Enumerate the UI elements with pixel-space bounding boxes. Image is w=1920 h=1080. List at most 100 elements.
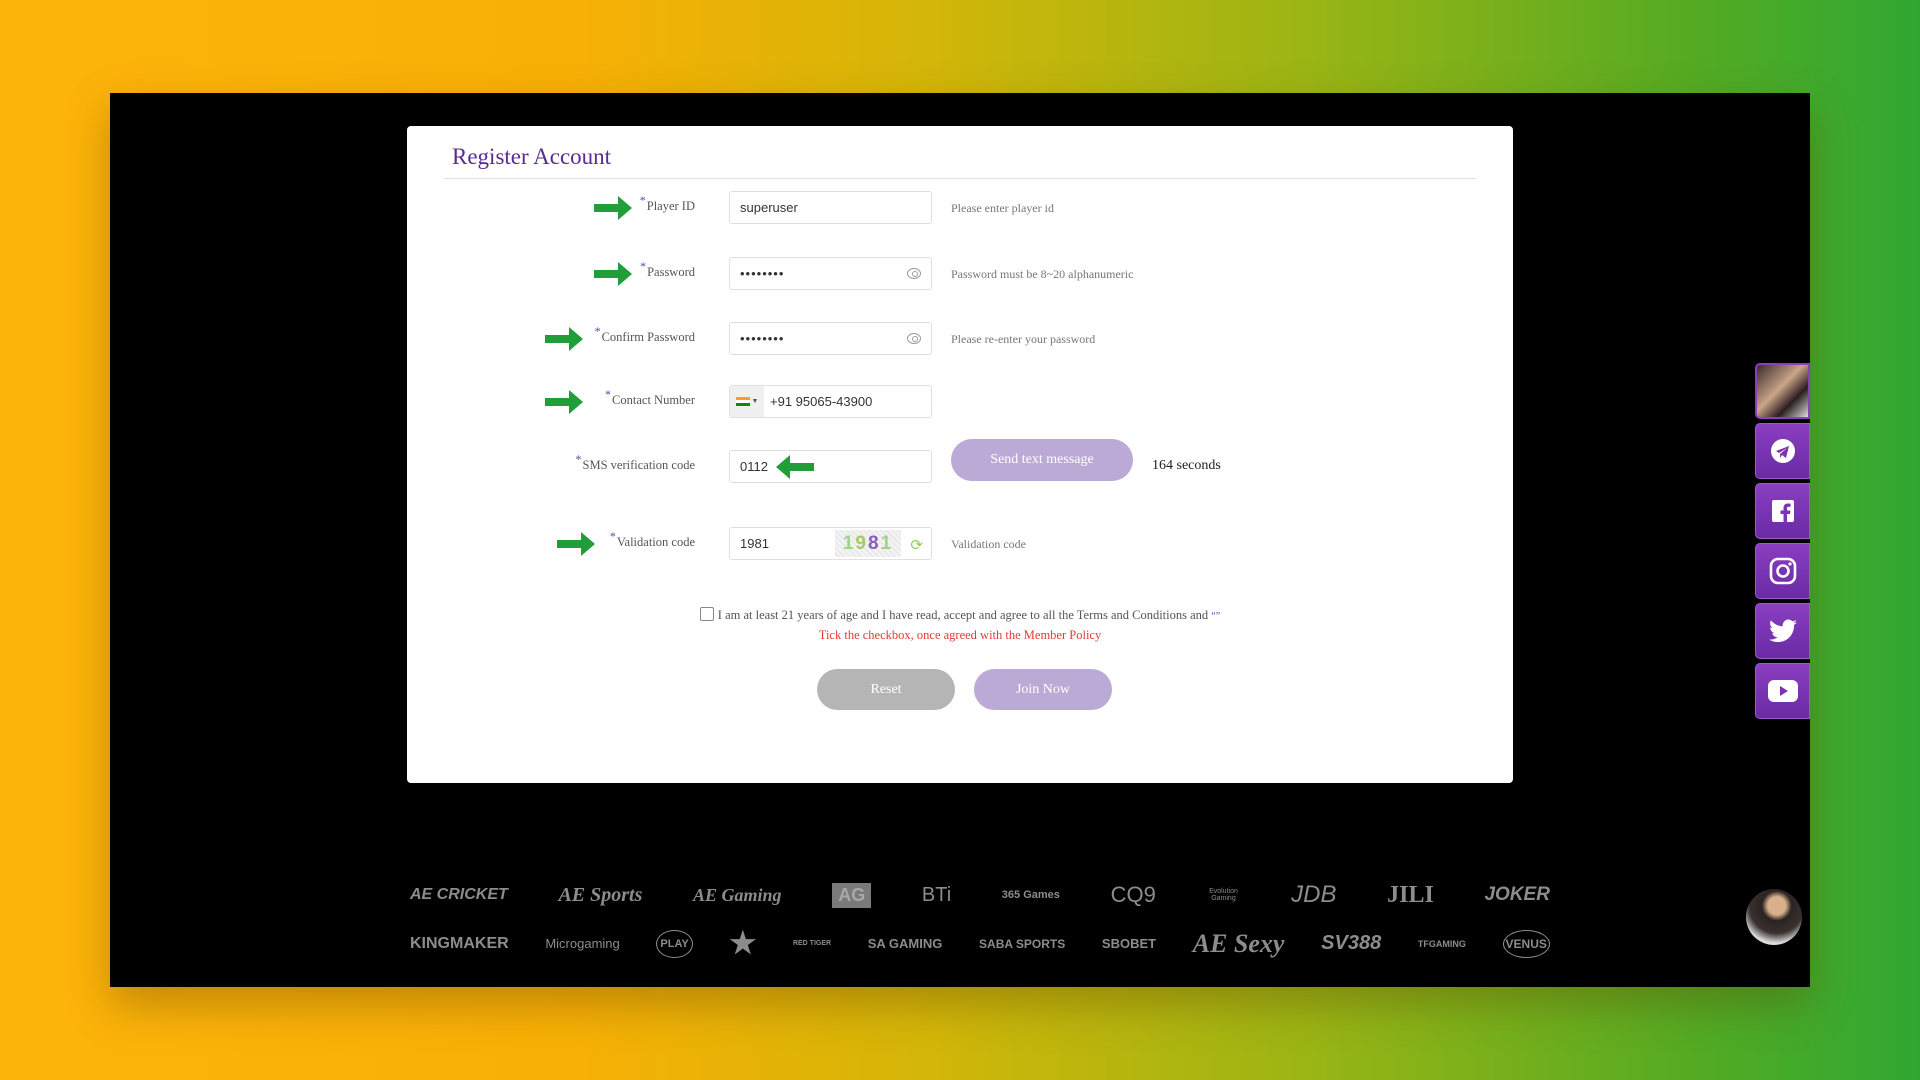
contact-number-label: *Contact Number	[605, 387, 695, 408]
provider-logo: JILI	[1387, 881, 1434, 908]
validation-code-row: *Validation code : 1981 1981 ⟳ Validatio…	[407, 527, 1513, 561]
contact-number-input[interactable]: ▼ +91 95065-43900	[729, 385, 932, 418]
twitter-button[interactable]	[1755, 603, 1810, 659]
youtube-button[interactable]	[1755, 663, 1810, 719]
required-mark: *	[594, 324, 601, 338]
input-value: 0112	[740, 459, 768, 474]
page-frame: Register Account *Player ID : superuser …	[110, 93, 1810, 987]
player-id-hint: Please enter player id	[951, 201, 1054, 215]
youtube-icon	[1767, 680, 1798, 702]
provider-logo: TFGAMING	[1417, 938, 1466, 949]
input-value: ••••••••	[740, 331, 785, 346]
provider-logo: VENUS	[1502, 929, 1550, 958]
provider-logo: AE Sexy	[1192, 928, 1285, 958]
india-flag-icon	[735, 396, 750, 407]
player-id-label: *Player ID	[640, 193, 695, 214]
agree-checkbox[interactable]	[699, 607, 714, 621]
page-title: Register Account	[452, 144, 612, 169]
terms-link[interactable]: “”	[1211, 611, 1220, 622]
green-arrow-left-icon	[775, 454, 814, 479]
input-value: superuser	[740, 200, 798, 215]
validation-code-input[interactable]: 1981 1981 ⟳	[729, 527, 932, 560]
confirm-password-hint: Please re-enter your password	[951, 332, 1096, 346]
provider-logo: SBOBET	[1101, 936, 1157, 951]
countdown-text: 164 seconds	[1152, 458, 1221, 473]
captcha-char: 9	[855, 532, 868, 554]
label-text: Validation code	[616, 535, 695, 549]
provider-logo: 365 Games	[1001, 888, 1060, 901]
provider-logo: AG	[832, 882, 872, 908]
agreement-text: I am at least 21 years of age and I have…	[717, 608, 1209, 622]
green-arrow-icon	[545, 390, 583, 414]
register-card: Register Account *Player ID : superuser …	[407, 126, 1513, 783]
country-selector[interactable]: ▼	[730, 386, 764, 417]
required-mark: *	[605, 387, 612, 401]
input-value: +91 95065-43900	[770, 394, 873, 409]
provider-logo: RED TIGER	[792, 940, 832, 947]
validation-code-hint: Validation code	[951, 537, 1026, 551]
eye-icon[interactable]	[907, 268, 921, 279]
provider-logo: BTi	[921, 883, 952, 906]
provider-logo: AE Gaming	[693, 884, 782, 905]
player-id-row: *Player ID : superuser Please enter play…	[407, 191, 1513, 225]
reset-button[interactable]: Reset	[817, 669, 955, 710]
confirm-password-row: *Confirm Password : •••••••• Please re-e…	[407, 322, 1513, 356]
facebook-icon	[1771, 500, 1794, 523]
captcha-char: 1	[880, 532, 894, 554]
confirm-password-input[interactable]: ••••••••	[729, 322, 932, 355]
green-arrow-icon	[594, 196, 632, 220]
agreement-line: I am at least 21 years of age and I have…	[407, 607, 1513, 623]
contact-number-row: *Contact Number : ▼ +91 95065-43900	[407, 385, 1513, 419]
instagram-button[interactable]	[1755, 543, 1810, 599]
provider-logo: AE Sports	[558, 883, 643, 906]
support-avatar[interactable]	[1755, 363, 1810, 419]
instagram-icon	[1769, 557, 1796, 585]
refresh-icon[interactable]: ⟳	[910, 536, 923, 554]
green-arrow-icon	[594, 262, 632, 286]
password-hint: Password must be 8~20 alphanumeric	[951, 267, 1134, 281]
password-row: *Password : •••••••• Password must be 8~…	[407, 257, 1513, 291]
provider-logo-star: ★	[729, 927, 757, 960]
label-text: SMS verification code	[582, 458, 695, 472]
provider-logo: JDB	[1291, 881, 1337, 908]
twitter-icon	[1768, 619, 1797, 643]
provider-logo: PLAY	[656, 929, 693, 958]
label-text: Player ID	[646, 199, 695, 213]
social-sidebar	[1755, 363, 1810, 723]
captcha-char: 8	[868, 532, 881, 554]
provider-logo: Microgaming	[545, 936, 620, 951]
title-divider	[444, 178, 1476, 179]
captcha-image: 1981	[835, 530, 901, 557]
live-chat-avatar[interactable]	[1746, 889, 1802, 945]
green-arrow-icon	[545, 327, 583, 351]
telegram-icon	[1770, 439, 1795, 463]
required-mark: *	[575, 452, 582, 466]
provider-logos-row-1: AE CRICKET AE Sports AE Gaming AG BTi 36…	[410, 881, 1550, 909]
required-mark: *	[609, 529, 616, 543]
send-text-message-button[interactable]: Send text message	[951, 439, 1133, 481]
provider-logos-row-2: KINGMAKER Microgaming PLAY ★ RED TIGER S…	[410, 926, 1550, 961]
green-arrow-icon	[557, 532, 595, 556]
label-text: Confirm Password	[601, 330, 695, 344]
provider-logo: CQ9	[1110, 882, 1156, 907]
provider-logo: SABA SPORTS	[979, 936, 1066, 951]
eye-icon[interactable]	[907, 333, 921, 344]
telegram-button[interactable]	[1755, 423, 1810, 479]
player-id-input[interactable]: superuser	[729, 191, 932, 224]
required-mark: *	[640, 259, 647, 273]
label-text: Password	[647, 265, 695, 279]
password-label: *Password	[640, 259, 695, 280]
join-now-button[interactable]: Join Now	[974, 669, 1112, 710]
sms-code-label: *SMS verification code	[576, 452, 695, 473]
label-text: Contact Number	[612, 393, 695, 407]
caret-down-icon: ▼	[751, 398, 759, 405]
provider-logo: SA GAMING	[867, 936, 943, 951]
provider-logo: JOKER	[1484, 884, 1550, 905]
confirm-password-label: *Confirm Password	[595, 324, 695, 345]
sms-code-input[interactable]: 0112	[729, 450, 932, 483]
password-input[interactable]: ••••••••	[729, 257, 932, 290]
agreement-warning: Tick the checkbox, once agreed with the …	[818, 628, 1102, 642]
provider-logo: Evolution Gaming	[1209, 888, 1238, 902]
sms-code-row: *SMS verification code : 0112 Send text …	[407, 439, 1513, 484]
facebook-button[interactable]	[1755, 483, 1810, 539]
